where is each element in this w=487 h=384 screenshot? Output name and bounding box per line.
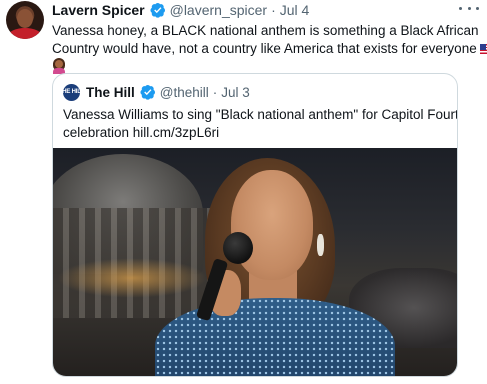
tweet-date[interactable]: Jul 4 (280, 2, 310, 18)
photo-earring (317, 234, 324, 256)
quoted-tweet-text: Vanessa Williams to sing "Black national… (63, 106, 458, 142)
photo-stage-lights (57, 258, 207, 298)
tweet-text-line: Vanessa honey, a BLACK national anthem i… (52, 22, 479, 40)
author-avatar[interactable] (6, 1, 44, 39)
quoted-author-avatar[interactable]: THE HILL (59, 83, 84, 101)
quoted-author-handle[interactable]: @thehill (160, 85, 209, 100)
quoted-tweet[interactable]: THE HILL The Hill @thehill · Jul 3 Vanes… (52, 73, 458, 377)
woman-shrugging-icon (52, 58, 66, 74)
more-dot (459, 6, 462, 10)
author-handle[interactable]: @lavern_spicer (170, 2, 267, 18)
more-dot (467, 6, 471, 10)
quoted-tweet-header: THE HILL The Hill @thehill · Jul 3 (59, 83, 250, 101)
verified-badge-icon (150, 3, 165, 18)
author-name[interactable]: Lavern Spicer (52, 2, 145, 18)
tweet-text-line-2: Country would have, not a country like A… (52, 41, 477, 56)
tweet-text: Vanessa honey, a BLACK national anthem i… (52, 22, 487, 79)
microphone-icon (223, 232, 253, 264)
avatar-shirt (8, 28, 42, 39)
tweet-header: Lavern Spicer @lavern_spicer · Jul 4 (52, 1, 309, 19)
tweet[interactable]: Lavern Spicer @lavern_spicer · Jul 4 Van… (0, 0, 487, 384)
emoji-face (55, 60, 63, 68)
quoted-tweet-photo[interactable] (53, 148, 457, 376)
avatar-face (17, 9, 33, 28)
tweet-text-line-1: Vanessa honey, a BLACK national anthem i… (52, 23, 479, 38)
quoted-text-line-2[interactable]: celebration hill.cm/3zpL6ri (63, 124, 453, 142)
quoted-header-separator: · (212, 84, 218, 100)
quoted-tweet-date[interactable]: Jul 3 (221, 85, 250, 100)
header-separator: · (271, 2, 276, 18)
tweet-text-line: Country would have, not a country like A… (52, 40, 487, 58)
more-options-icon[interactable] (459, 1, 479, 15)
quoted-author-name[interactable]: The Hill (86, 85, 135, 100)
us-flag-icon (479, 44, 487, 54)
quoted-text-line-1: Vanessa Williams to sing "Black national… (63, 107, 458, 122)
verified-badge-icon (140, 85, 155, 100)
more-dot (476, 6, 479, 10)
photo-singer-face (231, 170, 313, 280)
